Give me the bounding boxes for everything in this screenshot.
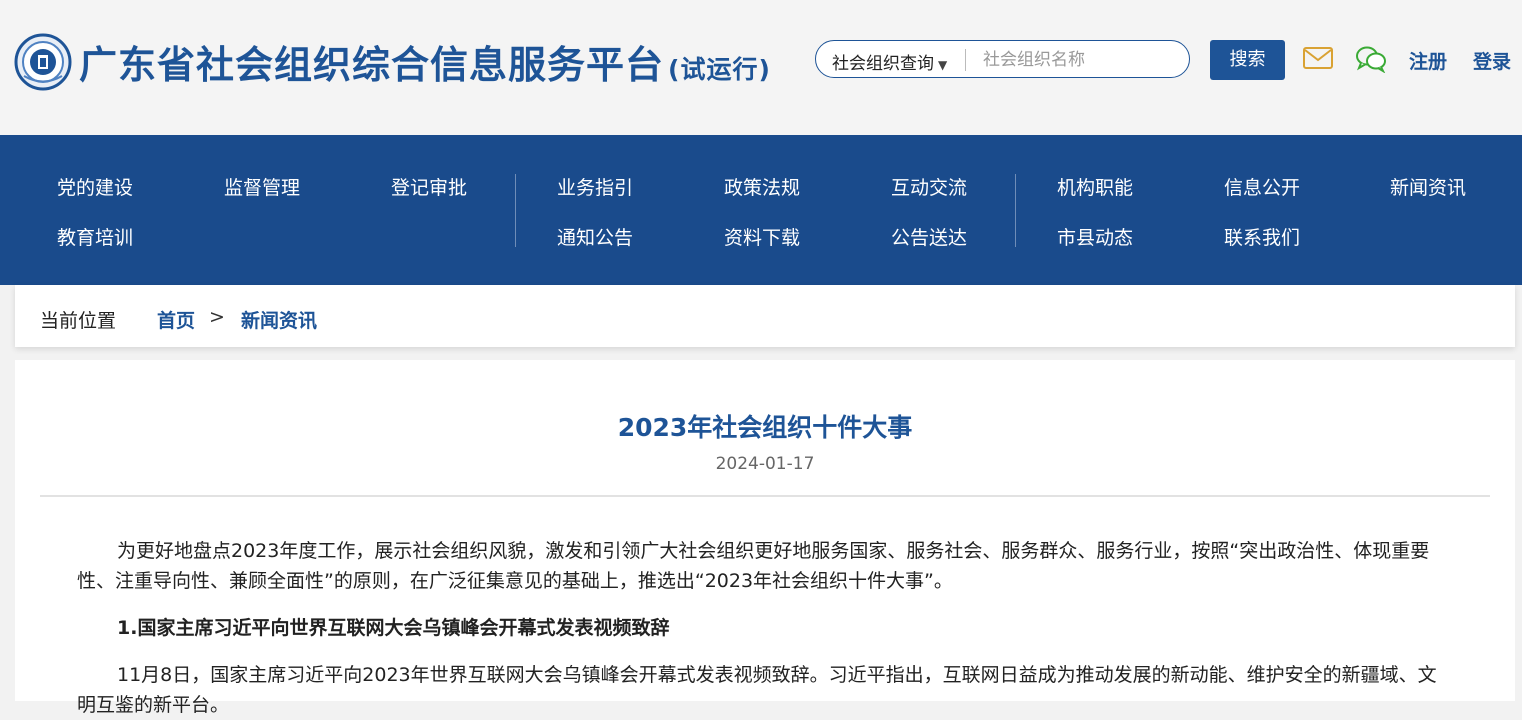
register-link[interactable]: 注册 <box>1409 47 1447 74</box>
search-button[interactable]: 搜索 <box>1210 40 1285 80</box>
search-input[interactable] <box>981 46 1180 74</box>
login-link[interactable]: 登录 <box>1473 47 1511 74</box>
chevron-down-icon: ▼ <box>938 58 948 72</box>
article-divider <box>40 495 1490 497</box>
article-item-text: 11月8日，国家主席习近平向2023年世界互联网大会乌镇峰会开幕式发表视频致辞。… <box>77 664 1437 716</box>
article-title: 2023年社会组织十件大事 <box>617 413 913 442</box>
site-title-text: 广东省社会组织综合信息服务平台 <box>79 43 665 87</box>
site-title-suffix: (试运行) <box>668 55 771 84</box>
article-date: 2024-01-17 <box>715 454 815 474</box>
nav-item-training[interactable]: 教育培训 <box>57 223 133 250</box>
nav-item-news[interactable]: 新闻资讯 <box>1390 173 1466 200</box>
nav-item-interaction[interactable]: 互动交流 <box>891 173 967 200</box>
search-type-label: 社会组织查询 <box>832 54 934 74</box>
nav-divider <box>1015 174 1016 247</box>
site-header: 广东省社会组织综合信息服务平台(试运行) 社会组织查询 ▼ 搜索 注册 登录 <box>0 0 1522 135</box>
article-panel: 2023年社会组织十件大事 2024-01-17 为更好地盘点2023年度工作，… <box>15 360 1515 716</box>
breadcrumb-label: 当前位置 <box>40 310 117 332</box>
nav-item-registration[interactable]: 登记审批 <box>391 173 467 200</box>
article-item-heading: 1.国家主席习近平向世界互联网大会乌镇峰会开幕式发表视频致辞 <box>117 617 670 639</box>
nav-item-service-notice[interactable]: 公告送达 <box>891 223 967 250</box>
breadcrumb: 当前位置 首页 > 新闻资讯 <box>15 285 1515 347</box>
nav-item-notices[interactable]: 通知公告 <box>557 223 633 250</box>
article-body: 为更好地盘点2023年度工作，展示社会组织风貌，激发和引领广大社会组织更好地服务… <box>77 536 1455 720</box>
nav-divider <box>515 174 516 247</box>
nav-item-party-building[interactable]: 党的建设 <box>57 173 133 200</box>
nav-item-supervision[interactable]: 监督管理 <box>224 173 300 200</box>
main-nav: 党的建设 监督管理 登记审批 业务指引 政策法规 互动交流 机构职能 信息公开 … <box>0 135 1522 285</box>
search-box: 社会组织查询 ▼ <box>815 40 1190 78</box>
wechat-icon[interactable] <box>1355 45 1387 73</box>
nav-item-local-news[interactable]: 市县动态 <box>1057 223 1133 250</box>
logo-emblem-icon[interactable] <box>14 33 72 91</box>
article-intro: 为更好地盘点2023年度工作，展示社会组织风貌，激发和引领广大社会组织更好地服务… <box>77 540 1430 592</box>
nav-item-business-guide[interactable]: 业务指引 <box>557 173 633 200</box>
search-type-dropdown[interactable]: 社会组织查询 ▼ <box>832 49 947 74</box>
breadcrumb-home-link[interactable]: 首页 <box>157 306 195 333</box>
nav-item-functions[interactable]: 机构职能 <box>1057 173 1133 200</box>
nav-item-disclosure[interactable]: 信息公开 <box>1224 173 1300 200</box>
breadcrumb-separator: > <box>209 306 225 328</box>
site-title[interactable]: 广东省社会组织综合信息服务平台 (试运行) <box>79 34 771 89</box>
mail-icon[interactable] <box>1303 47 1333 69</box>
nav-item-downloads[interactable]: 资料下载 <box>724 223 800 250</box>
nav-item-contact[interactable]: 联系我们 <box>1224 223 1300 250</box>
search-divider <box>965 49 966 71</box>
nav-item-policy[interactable]: 政策法规 <box>724 173 800 200</box>
breadcrumb-current-link[interactable]: 新闻资讯 <box>241 306 317 333</box>
